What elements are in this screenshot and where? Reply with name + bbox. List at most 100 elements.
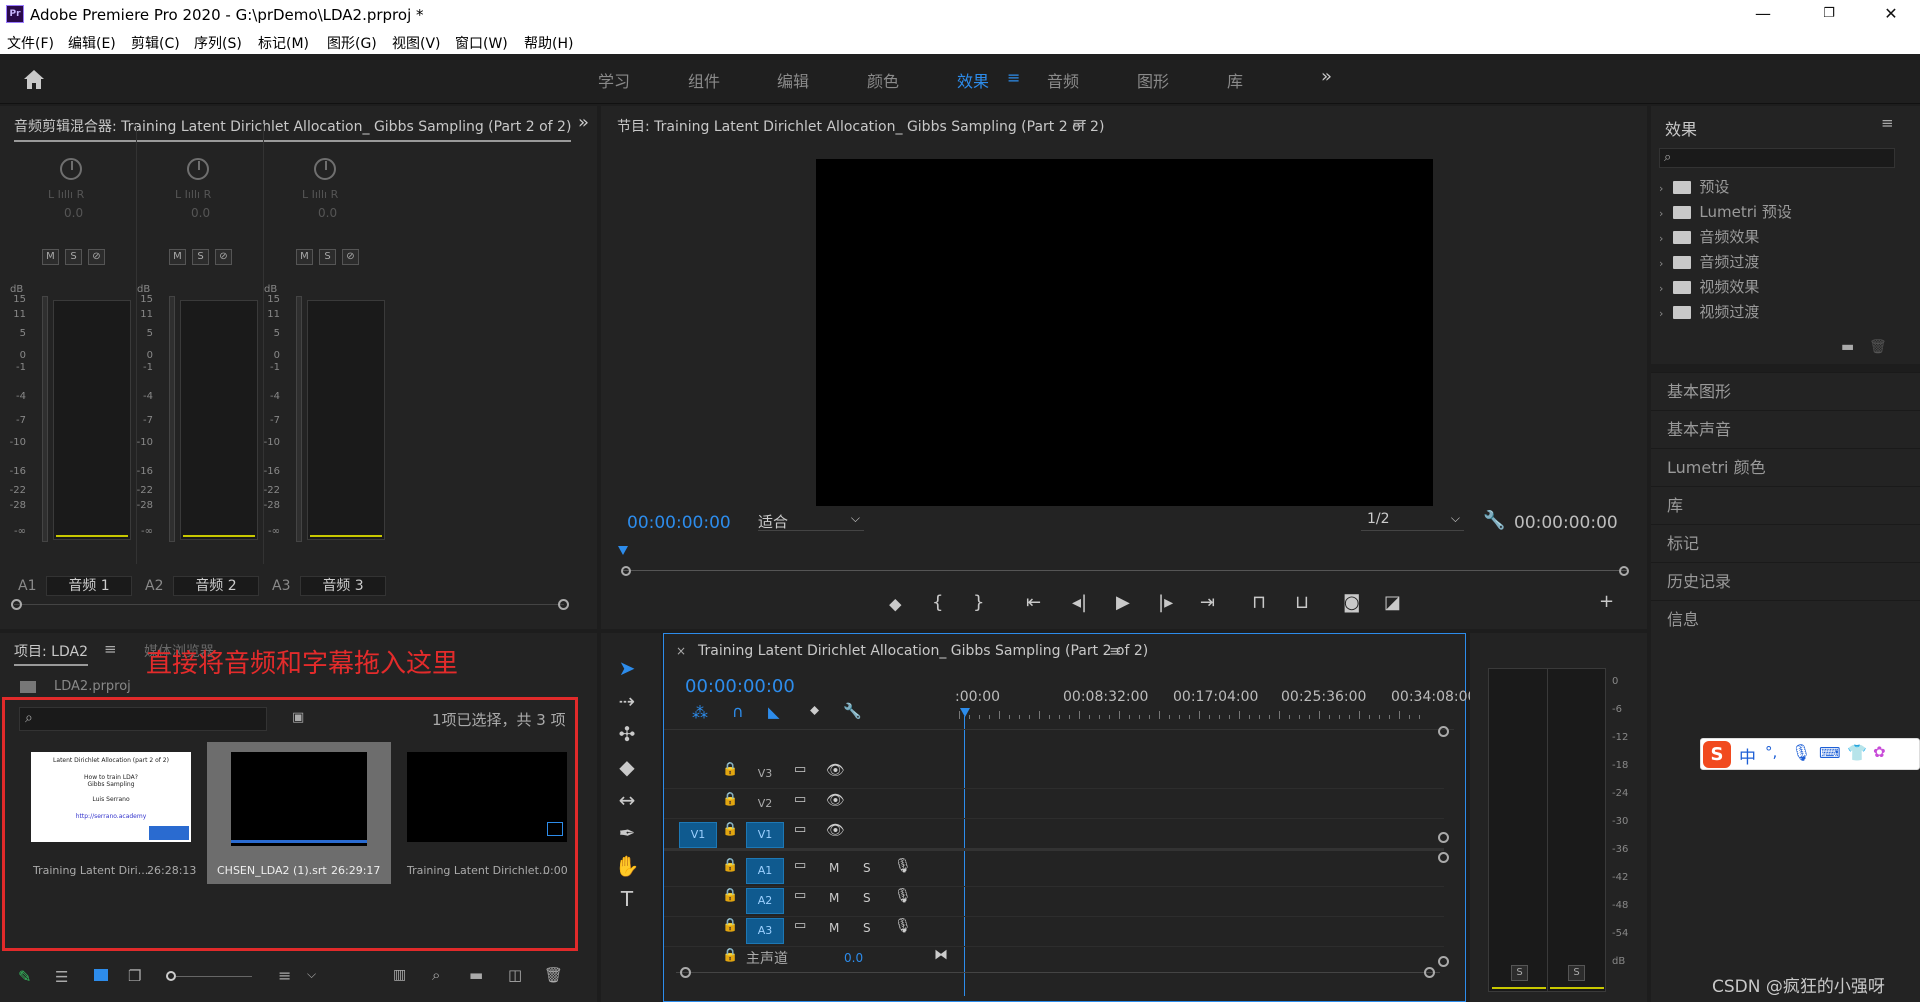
selection-tool-icon[interactable]: ➤ bbox=[612, 653, 642, 683]
solo-left-button[interactable]: S bbox=[1511, 965, 1528, 981]
track-mute-button[interactable]: M bbox=[829, 921, 839, 935]
solo-button[interactable]: S bbox=[319, 249, 336, 265]
fit-dropdown[interactable]: 适合 ⌵ bbox=[758, 511, 864, 531]
channel-name[interactable]: 音频 2 bbox=[173, 576, 259, 596]
list-view-icon[interactable]: ☰ bbox=[55, 968, 68, 986]
extract-icon[interactable]: ⊔ bbox=[1295, 592, 1309, 613]
lock-icon[interactable]: 🔒 bbox=[722, 948, 738, 963]
effects-item[interactable]: › 预设 bbox=[1659, 176, 1903, 201]
project-item-subtitle[interactable]: CHSEN_LDA2 (1).srt 26:29:17 bbox=[207, 742, 391, 884]
menu-file[interactable]: 文件(F) bbox=[7, 33, 54, 53]
ime-skin-icon[interactable]: 👕 bbox=[1847, 743, 1867, 762]
minimize-button[interactable]: — bbox=[1740, 0, 1786, 30]
eye-icon[interactable]: 👁 bbox=[826, 821, 845, 839]
project-item-sequence[interactable]: Training Latent Dirichlet... 0:00 bbox=[401, 742, 577, 884]
track-solo-button[interactable]: S bbox=[863, 891, 871, 905]
pan-knob[interactable] bbox=[314, 158, 336, 180]
solo-right-button[interactable]: S bbox=[1568, 965, 1585, 981]
track-target-v3[interactable]: V3 bbox=[746, 762, 784, 788]
timeline-scroll-left-handle[interactable] bbox=[680, 967, 691, 978]
pan-knob[interactable] bbox=[187, 158, 209, 180]
ime-apps-icon[interactable]: ✿ bbox=[1873, 743, 1886, 761]
comparison-view-icon[interactable]: ◪ bbox=[1384, 592, 1401, 613]
type-tool-icon[interactable]: T bbox=[612, 884, 642, 914]
menu-view[interactable]: 视图(V) bbox=[392, 33, 441, 53]
menu-sequence[interactable]: 序列(S) bbox=[194, 33, 242, 53]
program-title[interactable]: 节目: Training Latent Dirichlet Allocation… bbox=[617, 116, 1104, 136]
toggle-sync-icon[interactable]: ▭ bbox=[794, 762, 806, 777]
track-target-a1[interactable]: A1 bbox=[746, 858, 784, 884]
playhead-marker[interactable] bbox=[618, 546, 628, 555]
master-volume-value[interactable]: 0.0 bbox=[844, 951, 863, 965]
record-button[interactable]: ⊘ bbox=[88, 249, 105, 265]
restore-button[interactable]: ❐ bbox=[1806, 0, 1852, 30]
side-panel-item[interactable]: Lumetri 颜色 bbox=[1651, 448, 1920, 486]
side-panel-item[interactable]: 标记 bbox=[1651, 524, 1920, 562]
freeform-view-icon[interactable]: ❐ bbox=[128, 967, 141, 985]
ws-effects[interactable]: 效果 bbox=[957, 68, 989, 92]
mixer-scroll-right-handle[interactable] bbox=[558, 599, 569, 610]
project-tab[interactable]: 项目: LDA2 bbox=[14, 641, 88, 666]
a-track-scroll-top-handle[interactable] bbox=[1438, 852, 1449, 863]
scrub-right-handle[interactable] bbox=[1619, 566, 1629, 576]
automate-icon[interactable]: ▥ bbox=[393, 967, 406, 983]
wrench-icon[interactable]: 🔧 bbox=[843, 702, 862, 720]
find-in-folder-icon[interactable]: ▣ bbox=[292, 710, 304, 725]
timeline-menu-icon[interactable]: ≡ bbox=[1109, 642, 1122, 660]
pen-tool-icon[interactable]: ✒ bbox=[612, 818, 642, 848]
ime-voice-icon[interactable]: 🎙 bbox=[1791, 743, 1811, 762]
nest-icon[interactable]: ⁂ bbox=[692, 703, 708, 722]
menu-help[interactable]: 帮助(H) bbox=[524, 33, 573, 53]
effects-item[interactable]: › 视频过渡 bbox=[1659, 301, 1903, 326]
track-solo-button[interactable]: S bbox=[863, 861, 871, 875]
new-bin-icon[interactable]: ▬ bbox=[1841, 339, 1854, 355]
pencil-icon[interactable]: ✎ bbox=[18, 967, 31, 986]
wrench-icon[interactable]: 🔧 bbox=[1483, 510, 1505, 531]
track-mute-button[interactable]: M bbox=[829, 891, 839, 905]
close-button[interactable]: ✕ bbox=[1868, 0, 1914, 30]
toggle-sync-icon[interactable]: ▭ bbox=[794, 792, 806, 807]
lock-icon[interactable]: 🔒 bbox=[722, 822, 738, 837]
trash-icon[interactable]: 🗑 bbox=[544, 966, 563, 984]
effects-item[interactable]: › 音频过渡 bbox=[1659, 251, 1903, 276]
button-editor-icon[interactable]: + bbox=[1599, 591, 1614, 612]
home-icon[interactable] bbox=[22, 68, 46, 90]
go-to-out-icon[interactable]: ⇥ bbox=[1200, 592, 1215, 613]
program-scrub-bar[interactable] bbox=[623, 570, 1629, 571]
microphone-icon[interactable]: 🎙 bbox=[894, 858, 912, 874]
lock-icon[interactable]: 🔒 bbox=[722, 762, 738, 777]
mute-button[interactable]: M bbox=[296, 249, 313, 265]
scrub-left-handle[interactable] bbox=[621, 566, 631, 576]
effects-item[interactable]: › 音频效果 bbox=[1659, 226, 1903, 251]
ws-learn[interactable]: 学习 bbox=[598, 68, 630, 92]
lock-icon[interactable]: 🔒 bbox=[722, 858, 738, 873]
track-select-tool-icon[interactable]: ⇢ bbox=[612, 686, 642, 716]
close-tab-icon[interactable]: × bbox=[676, 644, 686, 658]
track-target-a3[interactable]: A3 bbox=[746, 918, 784, 944]
go-to-in-icon[interactable]: ⇤ bbox=[1026, 592, 1041, 613]
track-target-v1[interactable]: V1 bbox=[746, 822, 784, 848]
eye-icon[interactable]: 👁 bbox=[826, 791, 845, 809]
step-forward-icon[interactable]: |▸ bbox=[1158, 592, 1173, 613]
menu-window[interactable]: 窗口(W) bbox=[455, 33, 508, 53]
solo-button[interactable]: S bbox=[192, 249, 209, 265]
mark-out-icon[interactable]: } bbox=[973, 592, 984, 613]
track-mute-button[interactable]: M bbox=[829, 861, 839, 875]
project-menu-icon[interactable]: ≡ bbox=[104, 640, 117, 658]
add-marker-icon[interactable]: ⬥ bbox=[810, 703, 819, 718]
playhead-marker[interactable] bbox=[960, 708, 970, 717]
razor-tool-icon[interactable]: ◆ bbox=[612, 752, 642, 782]
mute-button[interactable]: M bbox=[42, 249, 59, 265]
icon-view-icon[interactable] bbox=[94, 969, 108, 981]
track-target-a2[interactable]: A2 bbox=[746, 888, 784, 914]
lift-icon[interactable]: ⊓ bbox=[1252, 592, 1266, 613]
zoom-slider-handle[interactable] bbox=[166, 971, 176, 981]
side-panel-item[interactable]: 历史记录 bbox=[1651, 562, 1920, 600]
fader-track[interactable] bbox=[296, 296, 302, 542]
track-target-v2[interactable]: V2 bbox=[746, 792, 784, 818]
timeline-title[interactable]: Training Latent Dirichlet Allocation_ Gi… bbox=[698, 643, 1148, 659]
slip-tool-icon[interactable]: ↔ bbox=[612, 785, 642, 815]
ws-audio[interactable]: 音频 bbox=[1047, 68, 1079, 92]
ime-punct-toggle[interactable]: °, bbox=[1765, 743, 1777, 761]
resolution-dropdown[interactable]: 1/2 ⌵ bbox=[1361, 511, 1464, 531]
